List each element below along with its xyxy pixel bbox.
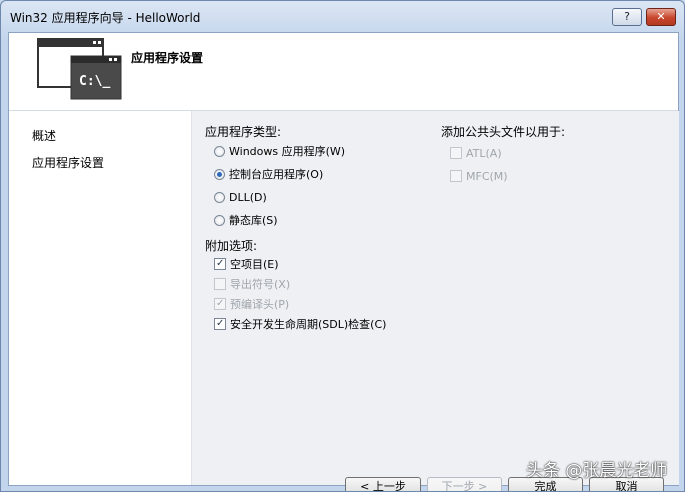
extra-options-label: 附加选项: <box>205 239 258 253</box>
checkbox-label: 空项目(E) <box>230 258 279 271</box>
radio-windows-app[interactable]: Windows 应用程序(W) <box>214 143 345 159</box>
page-title: 应用程序设置 <box>131 51 204 65</box>
title-bar[interactable]: Win32 应用程序向导 - HelloWorld ? ✕ <box>1 1 684 31</box>
checkbox-label: MFC(M) <box>466 169 508 183</box>
checkbox-label: 安全开发生命周期(SDL)检查(C) <box>230 318 387 331</box>
previous-button[interactable]: < 上一步 <box>345 477 421 491</box>
checkbox-checked-icon <box>214 298 226 310</box>
watermark-text: 头条 @张晨光老师 <box>526 461 668 481</box>
wizard-window: Win32 应用程序向导 - HelloWorld ? ✕ C:\_ 应用程序设… <box>0 0 685 492</box>
radio-console-app[interactable]: 控制台应用程序(O) <box>214 166 323 182</box>
radio-label: 静态库(S) <box>229 214 278 227</box>
checkbox-icon <box>450 147 462 159</box>
app-type-label: 应用程序类型: <box>205 125 282 139</box>
nav-item-overview[interactable]: 概述 <box>32 127 56 144</box>
checkbox-checked-icon <box>214 258 226 270</box>
checkbox-label: 预编译头(P) <box>230 298 290 311</box>
radio-button-icon <box>214 191 225 203</box>
checkbox-checked-icon <box>214 318 226 330</box>
check-sdl[interactable]: 安全开发生命周期(SDL)检查(C) <box>214 316 386 332</box>
checkbox-icon <box>450 170 462 182</box>
check-atl: ATL(A) <box>450 145 502 161</box>
radio-label: DLL(D) <box>229 190 267 204</box>
window-title: Win32 应用程序向导 - HelloWorld <box>10 11 201 25</box>
checkbox-label: 导出符号(X) <box>230 278 291 291</box>
radio-button-icon <box>214 145 225 157</box>
radio-label: 控制台应用程序(O) <box>229 168 324 181</box>
check-empty-project[interactable]: 空项目(E) <box>214 256 279 272</box>
common-headers-label: 添加公共头文件以用于: <box>441 125 566 139</box>
radio-button-selected-icon <box>214 168 225 180</box>
close-button[interactable]: ✕ <box>646 8 676 26</box>
checkbox-label: ATL(A) <box>466 146 502 160</box>
radio-dll[interactable]: DLL(D) <box>214 189 267 205</box>
radio-static-lib[interactable]: 静态库(S) <box>214 212 278 228</box>
wizard-header: C:\_ 应用程序设置 <box>9 33 678 111</box>
check-export-symbols: 导出符号(X) <box>214 276 290 292</box>
next-button: 下一步 > <box>427 477 502 491</box>
settings-panel: 应用程序类型: Windows 应用程序(W) 控制台应用程序(O) DLL(D… <box>191 111 679 491</box>
radio-button-icon <box>214 214 225 226</box>
radio-label: Windows 应用程序(W) <box>229 145 346 158</box>
nav-item-app-settings[interactable]: 应用程序设置 <box>32 154 104 171</box>
console-app-icon: C:\_ <box>37 38 122 100</box>
console-prompt-text: C:\_ <box>79 74 110 89</box>
help-button[interactable]: ? <box>612 8 642 26</box>
check-mfc: MFC(M) <box>450 168 508 184</box>
wizard-client: C:\_ 应用程序设置 概述 应用程序设置 应用程序类型: Windows 应用… <box>8 32 679 491</box>
check-precompiled-header: 预编译头(P) <box>214 296 289 312</box>
checkbox-icon <box>214 278 226 290</box>
wizard-nav: 概述 应用程序设置 <box>9 111 191 485</box>
